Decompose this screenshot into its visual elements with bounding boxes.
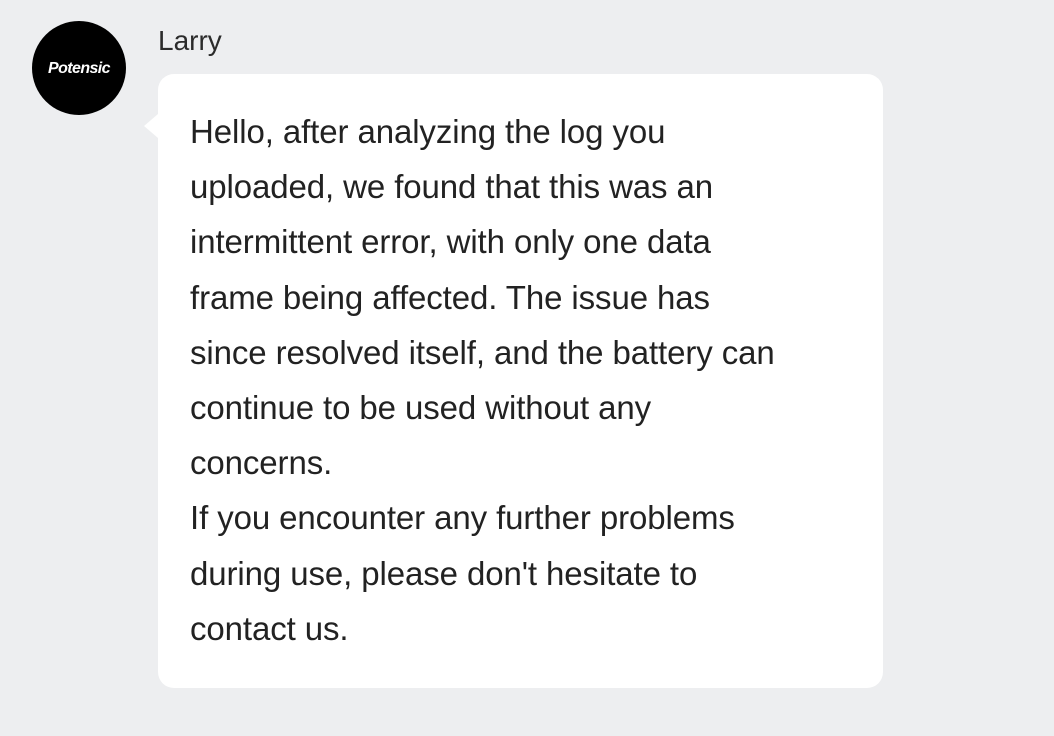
message-text: Hello, after analyzing the log you uploa… (190, 113, 775, 647)
message-bubble[interactable]: Hello, after analyzing the log you uploa… (144, 74, 883, 688)
chat-message: Potensic Larry Hello, after analyzing th… (0, 0, 1054, 736)
potensic-logo-icon: Potensic (48, 60, 110, 77)
sender-name: Larry (158, 25, 222, 56)
bubble-tail (144, 114, 158, 138)
avatar[interactable]: Potensic (32, 21, 126, 115)
